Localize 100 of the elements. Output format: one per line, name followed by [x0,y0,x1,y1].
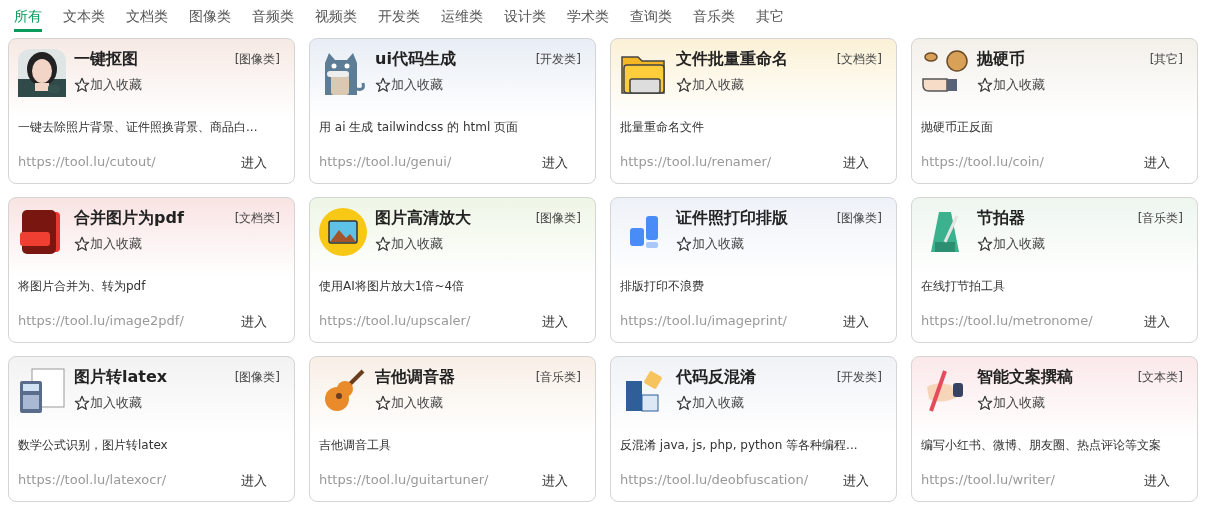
favorite-button[interactable]: 加入收藏 [676,235,744,253]
category-label: [图像类] [535,210,581,227]
enter-link[interactable]: 进入 [843,154,869,172]
category-tab[interactable]: 学术类 [567,6,609,32]
enter-link[interactable]: 进入 [843,313,869,331]
category-label: [开发类] [836,369,882,386]
tool-url: https://tool.lu/imageprint/ [620,313,787,330]
star-icon [74,395,90,411]
tool-description: 使用AI将图片放大1倍~4倍 [319,278,466,295]
star-icon [676,236,692,252]
star-icon [375,236,391,252]
star-icon [676,77,692,93]
enter-link[interactable]: 进入 [542,154,568,172]
tool-title: 证件照打印排版 [676,208,788,229]
favorite-button[interactable]: 加入收藏 [74,76,142,94]
star-icon [74,236,90,252]
enter-link[interactable]: 进入 [1144,472,1170,490]
tool-url: https://tool.lu/writer/ [921,472,1055,489]
favorite-button[interactable]: 加入收藏 [977,235,1045,253]
tool-url: https://tool.lu/metronome/ [921,313,1093,330]
star-icon [977,77,993,93]
enter-link[interactable]: 进入 [241,313,267,331]
tool-description: 反混淆 java, js, php, python 等各种编程... [620,437,859,454]
tool-url: https://tool.lu/latexocr/ [18,472,167,489]
category-label: [文档类] [234,210,280,227]
category-tab[interactable]: 视频类 [315,6,357,32]
category-label: [音乐类] [535,369,581,386]
tool-card[interactable]: 证件照打印排版 [图像类] 加入收藏 排版打印不浪费 https://tool.lu/imageprint/ 进入 [610,197,897,343]
tool-card[interactable]: 一键抠图 [图像类] 加入收藏 一键去除照片背景、证件照换背景、商品白... https://tool.lu/cutout/ 进入 [8,38,295,184]
tool-title: 节拍器 [977,208,1025,229]
tool-card[interactable]: 图片高清放大 [图像类] 加入收藏 使用AI将图片放大1倍~4倍 https://tool.lu/upscaler/ 进入 [309,197,596,343]
tool-title: 文件批量重命名 [676,49,788,70]
enter-link[interactable]: 进入 [1144,313,1170,331]
tool-description: 排版打印不浪费 [620,278,705,295]
tool-url: https://tool.lu/image2pdf/ [18,313,184,330]
category-label: [音乐类] [1137,210,1183,227]
tool-title: 吉他调音器 [375,367,455,388]
favorite-button[interactable]: 加入收藏 [977,394,1045,412]
category-tab[interactable]: 查询类 [630,6,672,32]
category-tab[interactable]: 运维类 [441,6,483,32]
favorite-button[interactable]: 加入收藏 [74,394,142,412]
favorite-button[interactable]: 加入收藏 [676,76,744,94]
tool-card[interactable]: 合并图片为pdf [文档类] 加入收藏 将图片合并为、转为pdf https://tool.lu/image2pdf/ 进入 [8,197,295,343]
tool-url: https://tool.lu/genui/ [319,154,452,171]
category-label: [文本类] [1137,369,1183,386]
tool-description: 将图片合并为、转为pdf [18,278,147,295]
category-label: [文档类] [836,51,882,68]
tool-url: https://tool.lu/guitartuner/ [319,472,489,489]
tool-description: 批量重命名文件 [620,119,705,136]
favorite-button[interactable]: 加入收藏 [375,394,443,412]
tool-title: 合并图片为pdf [74,208,184,229]
favorite-button[interactable]: 加入收藏 [375,76,443,94]
category-tab[interactable]: 音乐类 [693,6,735,32]
calculator-icon [18,367,66,415]
tool-url: https://tool.lu/coin/ [921,154,1044,171]
category-tab[interactable]: 开发类 [378,6,420,32]
tool-title: 抛硬币 [977,49,1025,70]
enter-link[interactable]: 进入 [241,154,267,172]
star-icon [977,236,993,252]
tool-description: 吉他调音工具 [319,437,392,454]
star-icon [74,77,90,93]
tool-card[interactable]: 代码反混淆 [开发类] 加入收藏 反混淆 java, js, php, python 等各种编程... https://tool.lu/deobfuscation/ 进入 [610,356,897,502]
tool-description: 一键去除照片背景、证件照换背景、商品白... [18,119,259,136]
tool-description: 在线打节拍工具 [921,278,1006,295]
tool-url: https://tool.lu/renamer/ [620,154,772,171]
tool-title: 图片转latex [74,367,168,388]
favorite-button[interactable]: 加入收藏 [375,235,443,253]
star-icon [676,395,692,411]
tool-card[interactable]: 文件批量重命名 [文档类] 加入收藏 批量重命名文件 https://tool.lu/renamer/ 进入 [610,38,897,184]
tool-card[interactable]: ui代码生成 [开发类] 加入收藏 用 ai 生成 tailwindcss 的 html 页面 https://tool.lu/genui/ 进入 [309,38,596,184]
star-icon [977,395,993,411]
enter-link[interactable]: 进入 [1144,154,1170,172]
tool-url: https://tool.lu/upscaler/ [319,313,471,330]
favorite-button[interactable]: 加入收藏 [977,76,1045,94]
tool-card[interactable]: 图片转latex [图像类] 加入收藏 数学公式识别，图片转latex https://tool.lu/latexocr/ 进入 [8,356,295,502]
category-tab[interactable]: 设计类 [504,6,546,32]
favorite-button[interactable]: 加入收藏 [74,235,142,253]
tool-card[interactable]: 节拍器 [音乐类] 加入收藏 在线打节拍工具 https://tool.lu/metronome/ 进入 [911,197,1198,343]
enter-link[interactable]: 进入 [542,313,568,331]
category-tab[interactable]: 文本类 [63,6,105,32]
category-tab[interactable]: 图像类 [189,6,231,32]
category-tab[interactable]: 音频类 [252,6,294,32]
category-tab[interactable]: 所有 [14,6,42,32]
tool-url: https://tool.lu/deobfuscation/ [620,472,809,489]
tool-description: 数学公式识别，图片转latex [18,437,169,454]
tool-title: ui代码生成 [375,49,456,70]
tool-card[interactable]: 抛硬币 [其它] 加入收藏 抛硬币正反面 https://tool.lu/coin/ 进入 [911,38,1198,184]
enter-link[interactable]: 进入 [843,472,869,490]
category-tab[interactable]: 其它 [756,6,784,32]
tool-title: 智能文案撰稿 [977,367,1073,388]
favorite-button[interactable]: 加入收藏 [676,394,744,412]
enter-link[interactable]: 进入 [542,472,568,490]
category-tab[interactable]: 文档类 [126,6,168,32]
tool-description: 用 ai 生成 tailwindcss 的 html 页面 [319,119,520,136]
enter-link[interactable]: 进入 [241,472,267,490]
tool-card[interactable]: 智能文案撰稿 [文本类] 加入收藏 编写小红书、微博、朋友圈、热点评论等文案 https://tool.lu/writer/ 进入 [911,356,1198,502]
tool-card[interactable]: 吉他调音器 [音乐类] 加入收藏 吉他调音工具 https://tool.lu/guitartuner/ 进入 [309,356,596,502]
tool-title: 代码反混淆 [676,367,756,388]
category-label: [图像类] [234,369,280,386]
tool-description: 编写小红书、微博、朋友圈、热点评论等文案 [921,437,1162,454]
